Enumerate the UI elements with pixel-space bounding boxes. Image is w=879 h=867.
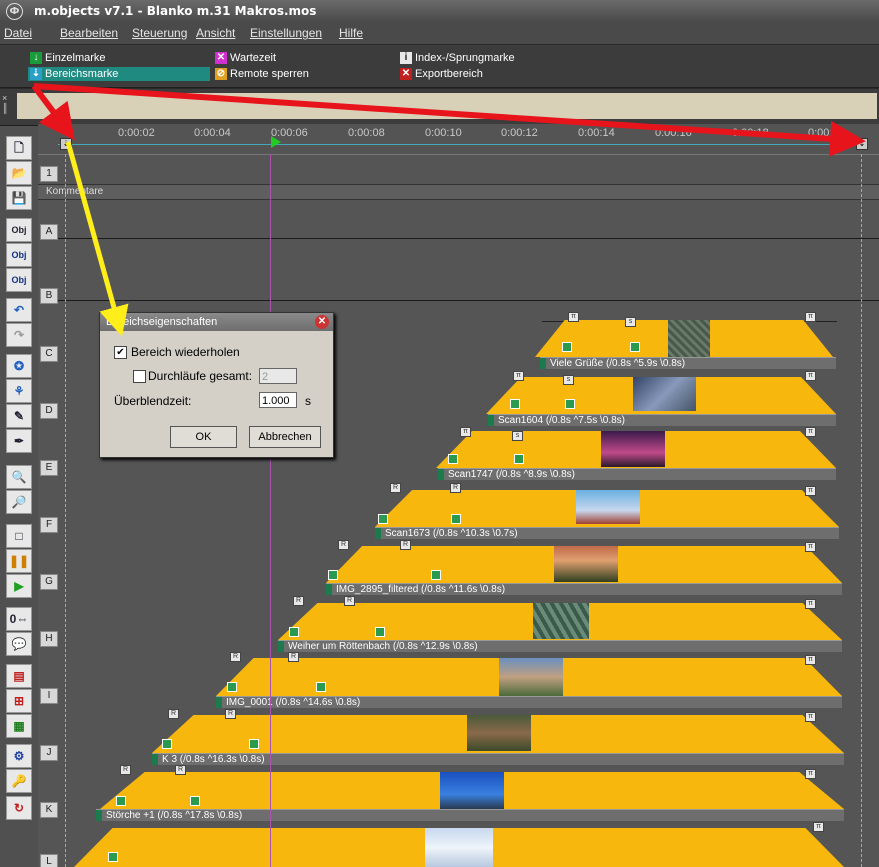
yellow-arrow xyxy=(65,141,129,337)
annotation-arrows xyxy=(31,83,866,337)
red-arrow-left xyxy=(31,84,75,141)
red-arrow-right xyxy=(33,83,866,157)
